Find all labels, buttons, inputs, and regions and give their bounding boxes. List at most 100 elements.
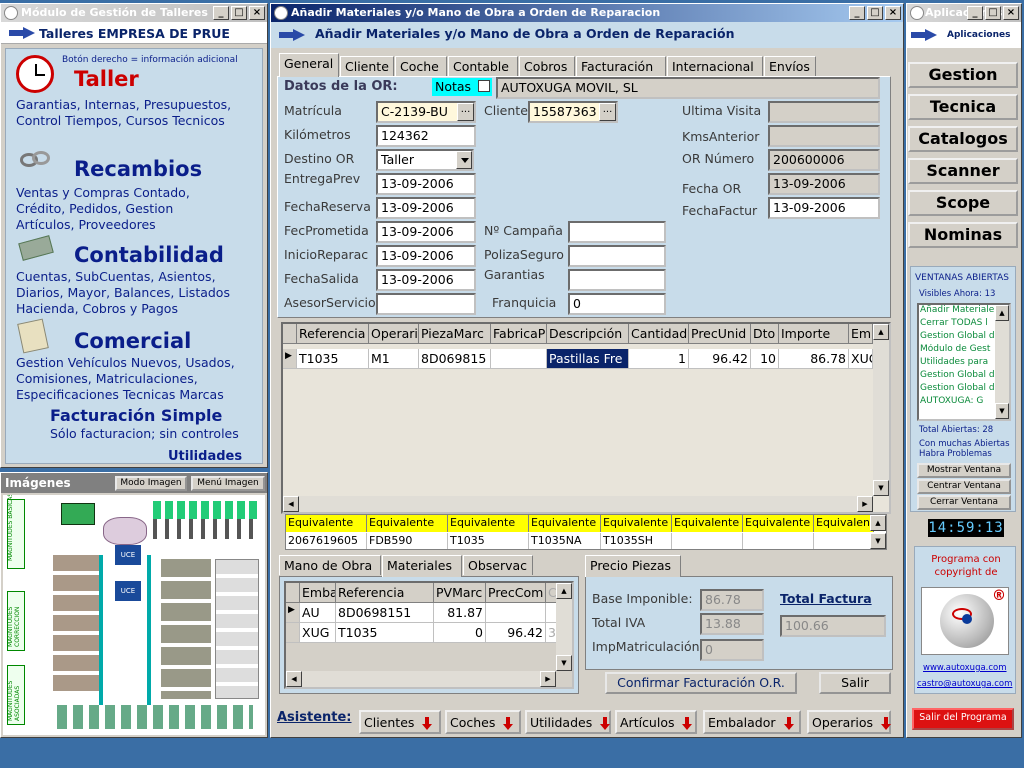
table-cell[interactable]: T1035 — [297, 349, 369, 369]
autoxuga-logo[interactable]: ® — [921, 587, 1009, 655]
equivalentes-grid[interactable]: Equivalente Equivalente Equivalente Equi… — [285, 514, 887, 550]
tab-envios[interactable]: Envíos — [764, 56, 816, 76]
garantias-field[interactable] — [568, 269, 666, 291]
confirmar-facturacion-button[interactable]: Confirmar Facturación O.R. — [605, 672, 797, 694]
matricula-field[interactable]: C-2139-BU ... — [376, 101, 476, 123]
close-button[interactable]: × — [249, 6, 265, 20]
list-item[interactable]: Utilidades para — [919, 357, 995, 370]
scroll-up-button[interactable]: ▲ — [556, 583, 572, 599]
entrega-field[interactable]: 13-09-2006 — [376, 173, 476, 195]
cliente-field[interactable]: 15587363 ... — [528, 101, 618, 123]
poliza-field[interactable] — [568, 245, 666, 267]
centrar-ventana-button[interactable]: Centrar Ventana — [917, 479, 1011, 494]
notas-checkbox[interactable] — [478, 80, 490, 92]
tab-contable[interactable]: Contable — [448, 56, 518, 76]
salida-field[interactable]: 13-09-2006 — [376, 269, 476, 291]
ventanas-vscroll[interactable]: ▲ ▼ — [995, 305, 1009, 419]
tab-observac[interactable]: Observac — [463, 555, 533, 575]
scroll-down-button[interactable]: ▼ — [873, 480, 889, 496]
inicio-field[interactable]: 13-09-2006 — [376, 245, 476, 267]
table-cell[interactable]: 8D0698151 — [336, 603, 434, 623]
scroll-left-button[interactable]: ◀ — [286, 671, 302, 687]
recambios-desc[interactable]: Ventas y Compras Contado, Crédito, Pedid… — [16, 185, 216, 233]
equiv-cell[interactable]: FDB590 — [367, 533, 448, 549]
table-cell[interactable] — [486, 603, 546, 623]
list-item[interactable]: Cerrar TODAS l — [919, 318, 995, 331]
reserva-field[interactable]: 13-09-2006 — [376, 197, 476, 219]
scroll-right-button[interactable]: ▶ — [540, 671, 556, 687]
asistente-utilidades-button[interactable]: Utilidades — [525, 710, 611, 734]
kilometros-field[interactable]: 124362 — [376, 125, 476, 147]
table-cell[interactable] — [491, 349, 547, 369]
cerrar-ventana-button[interactable]: Cerrar Ventana — [917, 495, 1011, 510]
scanner-button[interactable]: Scanner — [908, 158, 1018, 184]
asistente-embalador-button[interactable]: Embalador — [703, 710, 801, 734]
row-selector[interactable] — [286, 623, 300, 643]
tab-materiales[interactable]: Materiales — [382, 555, 462, 577]
row-selector[interactable]: ▶ — [286, 603, 300, 623]
table-cell[interactable]: AU — [300, 603, 336, 623]
scroll-left-button[interactable]: ◀ — [283, 496, 299, 512]
scroll-up-button[interactable]: ▲ — [870, 515, 886, 531]
tab-cobros[interactable]: Cobros — [519, 56, 575, 76]
maximize-button[interactable]: □ — [231, 6, 247, 20]
list-item[interactable]: Gestion Global d — [919, 370, 995, 383]
factura-field[interactable]: 13-09-2006 — [768, 197, 880, 219]
table-cell[interactable]: XUG — [300, 623, 336, 643]
materiales-grid[interactable]: Emba Referencia PVMarc PrecCom Cc ▶ AU 8… — [284, 581, 574, 689]
col-emba[interactable]: Emba — [300, 583, 336, 603]
col-preccom[interactable]: PrecCom — [486, 583, 546, 603]
table-cell[interactable]: 96.42 — [486, 623, 546, 643]
email-link[interactable]: castro@autoxuga.com — [917, 679, 1012, 689]
lineas-grid[interactable]: Referencia Operari PiezaMarc FabricaP De… — [281, 322, 891, 514]
taller-title[interactable]: Taller — [74, 67, 139, 91]
close-button[interactable]: × — [1003, 6, 1019, 20]
recambios-title[interactable]: Recambios — [74, 157, 202, 181]
col-piezamarca[interactable]: PiezaMarc — [419, 324, 491, 344]
minimize-button[interactable]: _ — [213, 6, 229, 20]
equiv-cell[interactable]: T1035NA — [529, 533, 601, 549]
table-cell[interactable]: 0 — [434, 623, 486, 643]
list-item[interactable]: AUTOXUGA: G — [919, 396, 995, 409]
cliente-lookup-button[interactable]: ... — [599, 103, 616, 121]
chevron-down-icon[interactable] — [456, 151, 472, 169]
col-dto[interactable]: Dto — [751, 324, 779, 344]
table-cell[interactable]: T1035 — [336, 623, 434, 643]
catalogos-button[interactable]: Catalogos — [908, 126, 1018, 152]
destino-select[interactable]: Taller — [376, 149, 474, 171]
table-cell[interactable]: 8D069815 — [419, 349, 491, 369]
col-em[interactable]: Em — [849, 324, 873, 344]
equiv-cell[interactable] — [672, 533, 743, 549]
matricula-lookup-button[interactable]: ... — [457, 103, 474, 121]
tab-facturacion[interactable]: Facturación — [576, 56, 666, 76]
scroll-down-button[interactable]: ▼ — [556, 655, 572, 671]
col-pvmarc[interactable]: PVMarc — [434, 583, 486, 603]
tab-coche[interactable]: Coche — [395, 56, 447, 76]
table-cell[interactable]: 86.78 — [779, 349, 849, 369]
comercial-title[interactable]: Comercial — [74, 329, 191, 353]
scroll-up-button[interactable]: ▲ — [995, 305, 1009, 321]
tecnica-button[interactable]: Tecnica — [908, 94, 1018, 120]
table-cell[interactable]: 1 — [629, 349, 689, 369]
table-cell[interactable]: XUG — [849, 349, 873, 369]
ventanas-list[interactable]: Añadir Materiale Cerrar TODAS l Gestion … — [917, 303, 1011, 421]
comercial-desc[interactable]: Gestion Vehículos Nuevos, Usados, Comisi… — [16, 355, 256, 403]
list-item[interactable]: Gestion Global d — [919, 331, 995, 344]
web-link[interactable]: www.autoxuga.com — [923, 663, 1007, 673]
facturacion-title[interactable]: Facturación Simple — [50, 406, 222, 425]
scroll-right-button[interactable]: ▶ — [857, 496, 873, 512]
tab-internacional[interactable]: Internacional — [667, 56, 763, 76]
diagram-image[interactable]: MAGNITUDES BASICAS MAGNITUDES CORRECCION… — [3, 495, 265, 735]
asistente-clientes-button[interactable]: Clientes — [359, 710, 441, 734]
tab-mano-obra[interactable]: Mano de Obra — [279, 555, 381, 575]
table-cell[interactable]: M1 — [369, 349, 419, 369]
salir-button[interactable]: Salir — [819, 672, 891, 694]
nominas-button[interactable]: Nominas — [908, 222, 1018, 248]
grid-vscroll[interactable]: ▲ ▼ — [873, 324, 889, 496]
close-button[interactable]: × — [885, 6, 901, 20]
maximize-button[interactable]: □ — [985, 6, 1001, 20]
list-item[interactable]: Gestion Global d — [919, 383, 995, 396]
gestion-button[interactable]: Gestion — [908, 62, 1018, 88]
contabilidad-desc[interactable]: Cuentas, SubCuentas, Asientos, Diarios, … — [16, 269, 256, 317]
col-descripcion[interactable]: Descripción — [547, 324, 629, 344]
